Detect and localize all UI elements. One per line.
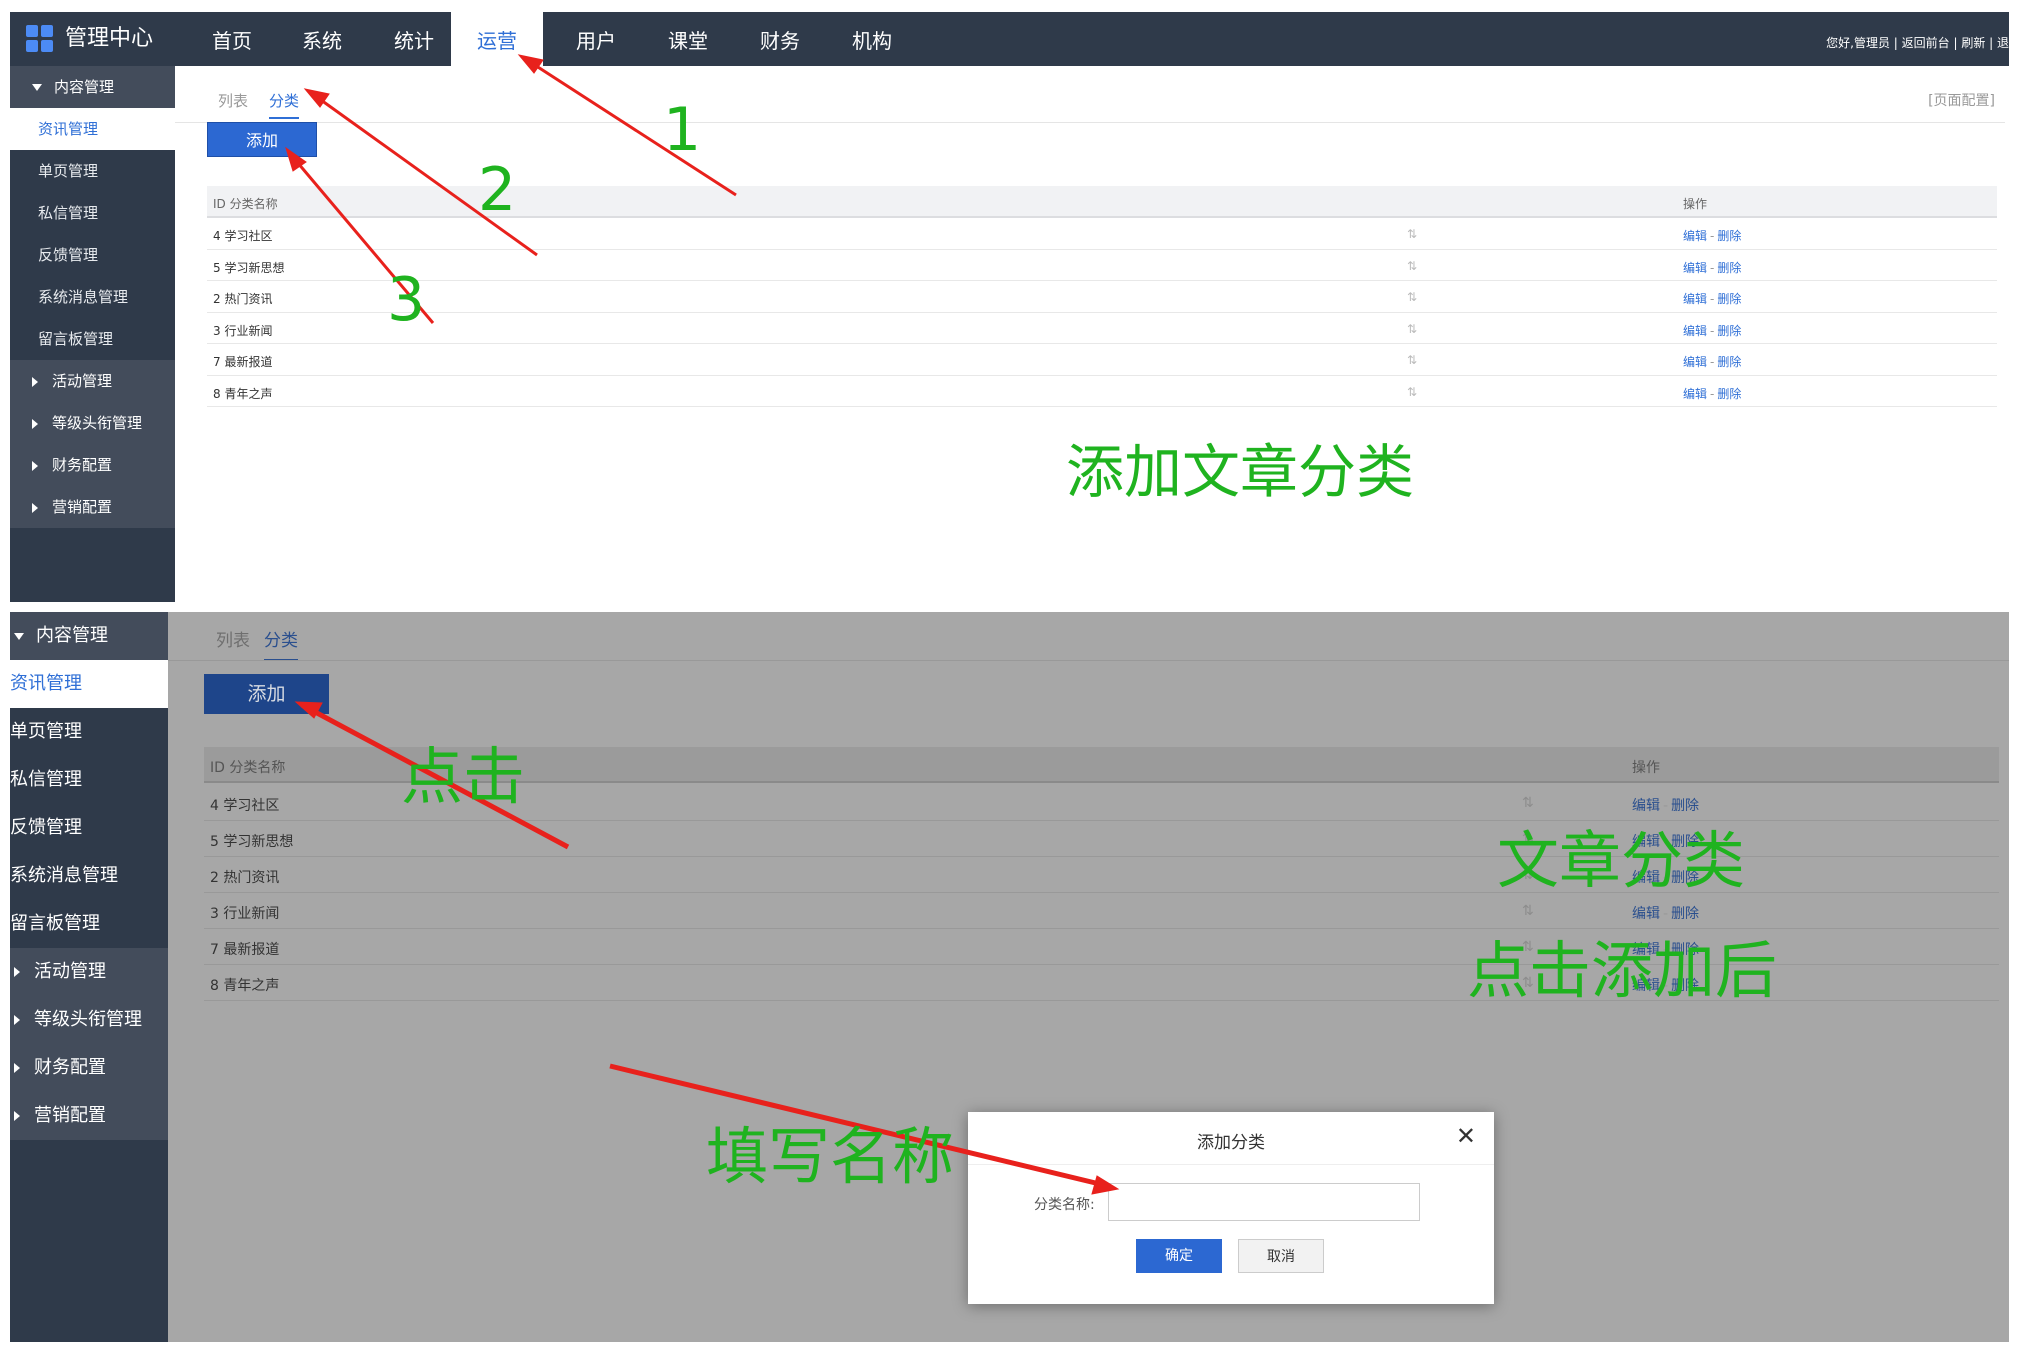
step-number-2: 2 [478, 155, 517, 225]
canvas: { "app": {"title": "管理中心", "logo_icon": … [0, 0, 2020, 1351]
caption-article-category: 文章分类 [1497, 824, 1746, 897]
step-number-3: 3 [387, 265, 426, 335]
caption-fill-name: 填写名称 [706, 1120, 955, 1193]
step-number-1: 1 [663, 95, 702, 165]
caption-add-article-category: 添加文章分类 [1066, 438, 1415, 506]
caption-after-click-add: 点击添加后 [1467, 934, 1778, 1007]
annotation-arrows [285, 54, 1120, 1195]
arrow-1 [517, 54, 737, 197]
caption-click: 点击 [401, 740, 526, 813]
